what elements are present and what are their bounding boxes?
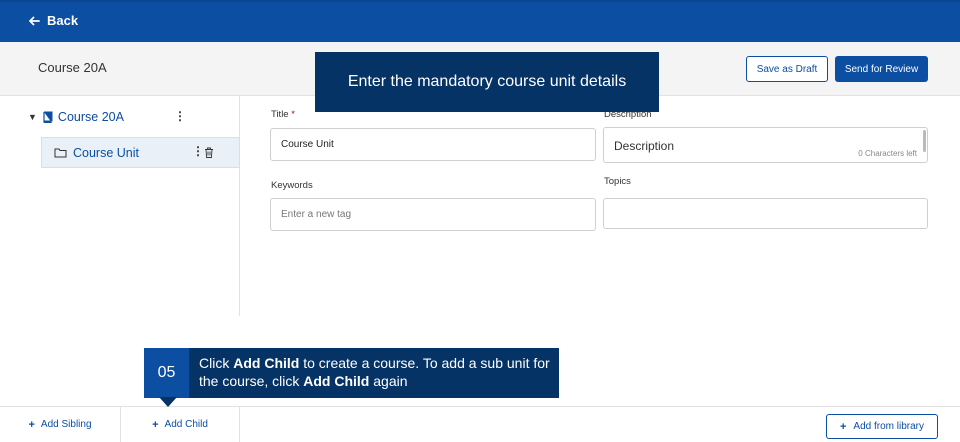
- title-label: Title *: [271, 109, 295, 120]
- keywords-input[interactable]: Enter a new tag: [270, 198, 596, 231]
- add-from-library-button[interactable]: + Add from library: [826, 414, 938, 439]
- save-draft-button[interactable]: Save as Draft: [746, 56, 828, 82]
- step-instruction-text: Click Add Child to create a course. To a…: [199, 355, 550, 389]
- tree-root-label: Course 20A: [57, 110, 124, 124]
- add-sibling-button[interactable]: + Add Sibling: [0, 407, 121, 442]
- callout-top-text: Enter the mandatory course unit details: [347, 73, 627, 90]
- add-child-label: Add Child: [164, 419, 208, 430]
- topics-input[interactable]: [603, 198, 928, 229]
- topics-label: Topics: [604, 176, 631, 187]
- back-button[interactable]: Back: [28, 13, 78, 28]
- textarea-scrollbar[interactable]: [923, 130, 926, 152]
- send-review-button[interactable]: Send for Review: [835, 56, 928, 82]
- keywords-placeholder: Enter a new tag: [281, 209, 352, 220]
- keywords-label: Keywords: [271, 180, 313, 191]
- folder-icon: [54, 148, 67, 158]
- page-title: Course 20A: [38, 60, 107, 75]
- plus-icon: +: [152, 418, 159, 431]
- book-icon: [43, 111, 53, 123]
- plus-icon: +: [839, 420, 847, 433]
- title-input-value: Course Unit: [281, 139, 334, 150]
- caret-down-icon[interactable]: ▼: [28, 112, 37, 122]
- required-marker: *: [291, 109, 295, 120]
- characters-left-counter: 0 Characters left: [858, 149, 917, 158]
- trash-icon[interactable]: [204, 147, 214, 158]
- description-value: Description: [614, 139, 675, 153]
- plus-icon: +: [28, 418, 35, 431]
- instruction-callout-top: Enter the mandatory course unit details: [315, 52, 659, 112]
- course-tree-sidebar: ▼ Course 20A ⋮ Course Unit ⋮: [0, 96, 240, 316]
- callout-pointer-arrow: [159, 397, 177, 407]
- add-sibling-label: Add Sibling: [40, 419, 92, 430]
- step-number-badge: 05: [144, 348, 189, 398]
- child-kebab-menu-icon[interactable]: ⋮: [192, 144, 204, 158]
- arrow-left-icon: [29, 16, 40, 25]
- root-kebab-menu-icon[interactable]: ⋮: [174, 109, 186, 123]
- back-label: Back: [47, 13, 79, 28]
- top-bar: Back: [0, 0, 960, 42]
- instruction-callout-step: 05 Click Add Child to create a course. T…: [144, 348, 559, 398]
- tree-child-label: Course Unit: [73, 145, 139, 160]
- title-input[interactable]: Course Unit: [270, 128, 596, 161]
- tree-root-item[interactable]: ▼ Course 20A: [28, 110, 124, 124]
- bottom-toolbar: + Add Sibling + Add Child + Add from lib…: [0, 406, 960, 442]
- description-textarea[interactable]: Description 0 Characters left: [603, 127, 928, 163]
- add-library-label: Add from library: [853, 421, 924, 432]
- add-child-button[interactable]: + Add Child: [121, 407, 240, 442]
